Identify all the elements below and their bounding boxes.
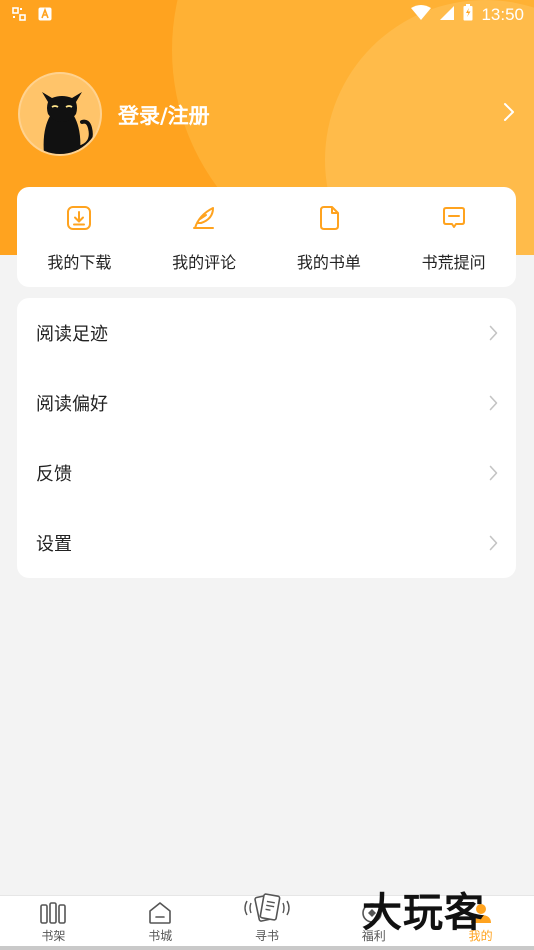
menu-item-label: 设置 <box>36 534 72 555</box>
feather-pen-icon <box>193 207 215 229</box>
chevron-right-icon <box>489 535 498 555</box>
avatar[interactable] <box>18 72 102 156</box>
quick-action-booklist[interactable]: 我的书单 <box>267 187 392 287</box>
menu-item-label: 阅读足迹 <box>36 324 108 345</box>
system-nav-strip <box>0 946 534 950</box>
menu-item-reading-history[interactable]: 阅读足迹 <box>17 298 516 368</box>
chevron-right-icon <box>489 325 498 345</box>
qr-notification-icon <box>12 6 26 25</box>
quick-action-comments[interactable]: 我的评论 <box>142 187 267 287</box>
login-register-link[interactable]: 登录/注册 <box>118 100 210 130</box>
tab-bookstore[interactable]: 书城 <box>107 896 214 950</box>
app-notification-icon <box>38 6 52 25</box>
tab-bookshelf[interactable]: 书架 <box>0 896 107 950</box>
bookshelf-icon <box>40 902 67 924</box>
book-list-icon <box>319 206 339 230</box>
quick-action-label: 我的评论 <box>172 253 237 272</box>
watermark-logo: 大玩客 <box>362 889 485 936</box>
tab-label: 书城 <box>148 929 173 943</box>
quick-actions-card: 我的下载 我的评论 我的书单 书荒提问 <box>17 187 516 287</box>
menu-item-feedback[interactable]: 反馈 <box>17 438 516 508</box>
settings-menu: 阅读足迹 阅读偏好 反馈 设置 <box>17 298 516 578</box>
download-icon <box>67 206 92 230</box>
quick-action-label: 我的书单 <box>296 253 361 272</box>
signal-icon <box>439 5 455 25</box>
tab-label: 寻书 <box>254 929 279 943</box>
status-bar: 13:50 <box>0 0 534 28</box>
chevron-right-icon[interactable] <box>503 102 515 126</box>
menu-item-reading-preferences[interactable]: 阅读偏好 <box>17 368 516 438</box>
wifi-icon <box>411 4 432 25</box>
menu-item-label: 反馈 <box>36 464 72 485</box>
quick-action-ask[interactable]: 书荒提问 <box>391 187 516 287</box>
menu-item-settings[interactable]: 设置 <box>17 508 516 578</box>
clock: 13:50 <box>481 4 524 24</box>
quick-action-label: 书荒提问 <box>421 253 486 272</box>
quick-action-downloads[interactable]: 我的下载 <box>17 187 142 287</box>
menu-item-label: 阅读偏好 <box>36 394 108 415</box>
app-root: 13:50 登录/注册 我的下载 我的评论 我的书单 书荒提问 阅读足迹 阅读偏… <box>0 0 534 950</box>
tab-find-book[interactable]: 寻书 <box>214 893 321 950</box>
store-icon <box>149 902 171 924</box>
battery-icon <box>463 4 473 25</box>
chevron-right-icon <box>489 465 498 485</box>
quick-action-label: 我的下载 <box>47 253 112 272</box>
black-cat-avatar-icon <box>42 92 93 154</box>
chevron-right-icon <box>489 395 498 415</box>
chat-bubble-icon <box>442 207 465 228</box>
tab-label: 书架 <box>41 929 66 943</box>
find-book-icon <box>244 893 290 922</box>
